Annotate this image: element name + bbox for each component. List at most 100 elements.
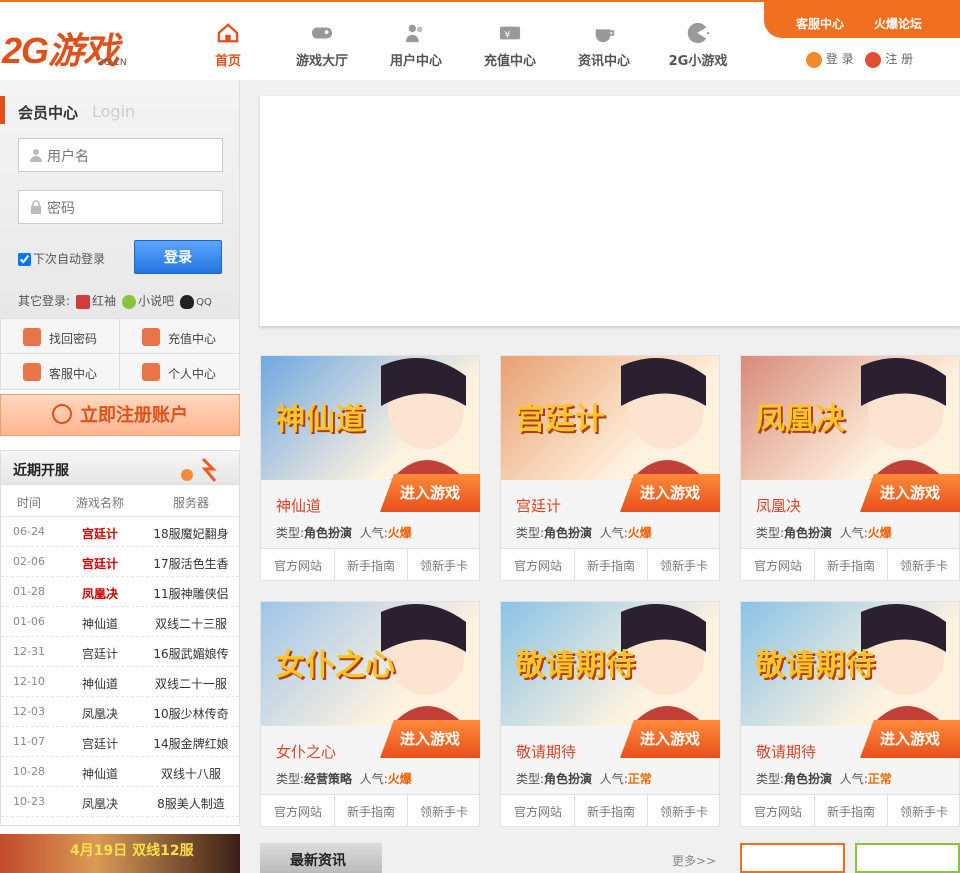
beginner-guide-link[interactable]: 新手指南 <box>335 803 407 820</box>
enter-game-button[interactable]: 进入游戏 <box>620 720 720 758</box>
beginner-guide-link[interactable]: 新手指南 <box>815 557 887 574</box>
server-game[interactable]: 凤凰决 <box>57 585 143 602</box>
nav-item-1[interactable]: 游戏大厅 <box>276 22 368 74</box>
username-input[interactable] <box>47 145 217 167</box>
site-logo[interactable]: 2G游戏 2G.CN <box>2 22 152 72</box>
game-name[interactable]: 敬请期待 <box>756 741 816 762</box>
server-row[interactable]: 12-03 凤凰决 10服少林传奇 <box>1 697 239 727</box>
server-game[interactable]: 神仙道 <box>57 765 143 782</box>
newbie-card-link[interactable]: 领新手卡 <box>408 803 480 820</box>
game-name[interactable]: 宫廷计 <box>516 495 561 516</box>
register-link[interactable]: 注 册 <box>885 52 913 66</box>
game-name[interactable]: 敬请期待 <box>516 741 576 762</box>
hongxiu-login-link[interactable]: 红袖 <box>92 294 116 308</box>
game-art[interactable]: 敬请期待 <box>501 602 719 726</box>
nav-item-3[interactable]: ¥ 充值中心 <box>464 22 556 74</box>
official-site-link[interactable]: 官方网站 <box>262 803 334 820</box>
password-field[interactable] <box>18 190 223 224</box>
recharge-link[interactable]: 充值中心 <box>120 319 239 354</box>
nav-item-4[interactable]: 资讯中心 <box>558 22 650 74</box>
game-name[interactable]: 凤凰决 <box>756 495 801 516</box>
official-site-link[interactable]: 官方网站 <box>742 803 814 820</box>
game-art[interactable]: 凤凰决 <box>741 356 959 480</box>
server-row[interactable]: 11-07 宫廷计 14服金牌红娘 <box>1 727 239 757</box>
service-center-link[interactable]: 客服中心 <box>796 15 844 32</box>
xiaoshuoba-login-link[interactable]: 小说吧 <box>138 294 174 308</box>
type-label: 类型: <box>276 772 305 786</box>
enter-game-button[interactable]: 进入游戏 <box>380 720 480 758</box>
news-section-tab[interactable]: 最新资讯 <box>260 843 382 873</box>
server-date: 12-31 <box>13 645 45 658</box>
server-row[interactable]: 01-06 神仙道 双线二十三服 <box>1 607 239 637</box>
server-row[interactable]: 02-06 宫廷计 17服活色生香 <box>1 547 239 577</box>
server-row[interactable]: 01-28 凤凰决 11服神雕侠侣 <box>1 577 239 607</box>
newbie-card-link[interactable]: 领新手卡 <box>648 803 720 820</box>
retrieve-password-link[interactable]: 找回密码 <box>1 319 120 354</box>
promo-tile-1[interactable] <box>740 843 845 873</box>
server-date: 06-24 <box>13 525 45 538</box>
newbie-card-link[interactable]: 领新手卡 <box>408 557 480 574</box>
server-row[interactable]: 12-10 神仙道 双线二十一服 <box>1 667 239 697</box>
column-game: 游戏名称 <box>75 496 124 510</box>
password-input[interactable] <box>47 197 217 219</box>
server-game[interactable]: 宫廷计 <box>57 735 143 752</box>
newbie-card-link[interactable]: 领新手卡 <box>888 803 960 820</box>
game-art[interactable]: 女仆之心 <box>261 602 479 726</box>
login-link[interactable]: 登 录 <box>826 52 854 66</box>
server-row[interactable]: 12-31 宫廷计 16服武媚娘传 <box>1 637 239 667</box>
server-game[interactable]: 神仙道 <box>57 675 143 692</box>
enter-game-button[interactable]: 进入游戏 <box>860 474 960 512</box>
server-game[interactable]: 神仙道 <box>57 615 143 632</box>
server-game[interactable]: 宫廷计 <box>57 555 143 572</box>
nav-home[interactable]: 首页 <box>182 22 274 74</box>
beginner-guide-link[interactable]: 新手指南 <box>815 803 887 820</box>
beginner-guide-link[interactable]: 新手指南 <box>335 557 407 574</box>
svg-text:¥: ¥ <box>505 30 511 41</box>
game-art[interactable]: 神仙道 <box>261 356 479 480</box>
server-row[interactable]: 06-24 宫廷计 18服魔妃翻身 <box>1 517 239 547</box>
newbie-card-link[interactable]: 领新手卡 <box>888 557 960 574</box>
member-login-panel: 会员中心 Login 下次自动登录 登录 其它登录: 红袖 小说吧 QQ <box>0 80 240 318</box>
promo-banner[interactable]: 4月19日 双线12服 <box>0 834 240 873</box>
game-popularity: 火爆 <box>627 526 652 540</box>
server-game[interactable]: 宫廷计 <box>57 525 143 542</box>
server-game[interactable]: 凤凰决 <box>57 705 143 722</box>
nav-item-5[interactable]: 2G小游戏 <box>652 22 744 74</box>
enter-game-button[interactable]: 进入游戏 <box>860 720 960 758</box>
game-popularity: 火爆 <box>387 526 412 540</box>
official-site-link[interactable]: 官方网站 <box>502 803 574 820</box>
game-art[interactable]: 敬请期待 <box>741 602 959 726</box>
server-game[interactable]: 宫廷计 <box>57 645 143 662</box>
register-account-button[interactable]: 立即注册账户 <box>0 394 240 436</box>
game-card: 宫廷计 宫廷计 进入游戏 类型:角色扮演 人气:火爆 官方网站 新手指南 领新手卡 <box>500 355 720 581</box>
beginner-guide-link[interactable]: 新手指南 <box>575 803 647 820</box>
server-row[interactable]: 10-23 凤凰决 8服美人制造 <box>1 787 239 817</box>
official-site-link[interactable]: 官方网站 <box>742 557 814 574</box>
username-field[interactable] <box>18 138 223 172</box>
beginner-guide-link[interactable]: 新手指南 <box>575 557 647 574</box>
enter-game-button[interactable]: 进入游戏 <box>380 474 480 512</box>
personal-center-link[interactable]: 个人中心 <box>120 354 239 389</box>
game-name[interactable]: 神仙道 <box>276 495 321 516</box>
auto-login-checkbox[interactable] <box>18 253 31 266</box>
qq-login-link[interactable]: QQ <box>196 297 212 308</box>
auto-login-option[interactable]: 下次自动登录 <box>18 250 105 267</box>
newbie-card-link[interactable]: 领新手卡 <box>648 557 720 574</box>
game-art-title: 敬请期待 <box>515 648 635 683</box>
game-art[interactable]: 宫廷计 <box>501 356 719 480</box>
forum-link[interactable]: 火爆论坛 <box>874 15 922 32</box>
server-row[interactable]: 10-28 神仙道 双线十八服 <box>1 757 239 787</box>
hero-banner[interactable] <box>260 96 960 326</box>
game-name[interactable]: 女仆之心 <box>276 741 336 762</box>
server-name: 17服活色生香 <box>153 557 229 571</box>
news-more-link[interactable]: 更多>> <box>672 852 716 869</box>
nav-item-2[interactable]: 用户中心 <box>370 22 462 74</box>
login-button[interactable]: 登录 <box>134 240 222 274</box>
enter-game-button[interactable]: 进入游戏 <box>620 474 720 512</box>
customer-service-link[interactable]: 客服中心 <box>1 354 120 389</box>
server-date: 11-07 <box>13 735 45 748</box>
promo-tile-2[interactable] <box>855 843 960 873</box>
server-game[interactable]: 凤凰决 <box>57 795 143 812</box>
official-site-link[interactable]: 官方网站 <box>502 557 574 574</box>
official-site-link[interactable]: 官方网站 <box>262 557 334 574</box>
